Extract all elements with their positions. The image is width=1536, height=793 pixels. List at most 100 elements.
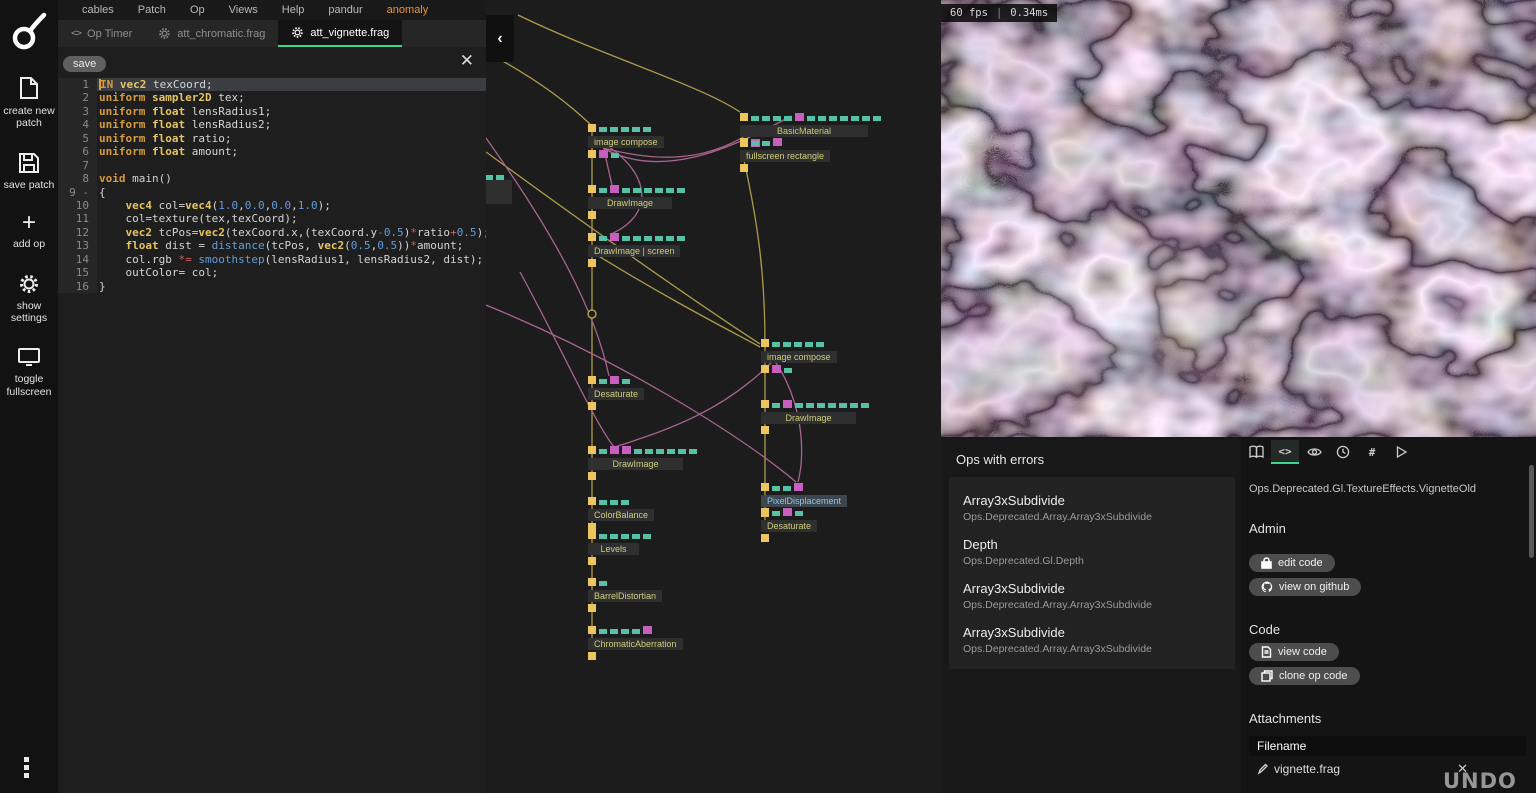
- port-texture[interactable]: [783, 400, 792, 408]
- port-value[interactable]: [773, 116, 781, 121]
- view-code-button[interactable]: view code: [1249, 643, 1339, 661]
- port-trigger[interactable]: [761, 508, 769, 516]
- port-trigger[interactable]: [588, 523, 596, 531]
- graph-node-drawimage[interactable]: DrawImage: [588, 446, 697, 480]
- port-value[interactable]: [772, 403, 780, 408]
- graph-node-image-compose[interactable]: image compose: [761, 339, 837, 373]
- save-button[interactable]: save: [63, 56, 106, 72]
- port-value[interactable]: [644, 188, 652, 193]
- tab-op-timer[interactable]: <>Op Timer: [58, 20, 145, 47]
- port-texture[interactable]: [783, 508, 792, 516]
- port-value[interactable]: [599, 500, 607, 505]
- port-value[interactable]: [599, 188, 607, 193]
- graph-node-desaturate[interactable]: Desaturate: [761, 508, 817, 542]
- eye-icon[interactable]: [1300, 440, 1328, 464]
- port-value[interactable]: [632, 127, 640, 132]
- port-value[interactable]: [610, 127, 618, 132]
- graph-node-barreldistortian[interactable]: BarrelDistortian: [588, 578, 662, 612]
- menu-item-cables[interactable]: cables: [82, 4, 114, 16]
- port-value[interactable]: [784, 368, 792, 373]
- port-trigger[interactable]: [588, 472, 596, 480]
- code-icon[interactable]: <>: [1271, 440, 1299, 464]
- port-texture[interactable]: [622, 446, 631, 454]
- port-value[interactable]: [677, 188, 685, 193]
- tab-att-vignette-frag[interactable]: att_vignette.frag: [278, 20, 402, 47]
- port-texture[interactable]: [610, 233, 619, 241]
- sidebar-item-toggle-fullscreen[interactable]: toggle fullscreen: [2, 346, 56, 398]
- port-texture[interactable]: [610, 185, 619, 193]
- cables-logo-icon[interactable]: [7, 8, 51, 54]
- port-value[interactable]: [634, 449, 642, 454]
- error-op-item[interactable]: Array3xSubdivideOps.Deprecated.Array.Arr…: [949, 571, 1235, 615]
- port-value[interactable]: [610, 500, 618, 505]
- port-trigger[interactable]: [588, 233, 596, 241]
- port-value[interactable]: [599, 629, 607, 634]
- wire-texture[interactable]: [520, 272, 614, 447]
- port-value[interactable]: [817, 403, 825, 408]
- close-icon[interactable]: ✕: [460, 51, 474, 71]
- port-value[interactable]: [643, 127, 651, 132]
- port-value[interactable]: [840, 116, 848, 121]
- port-value[interactable]: [850, 403, 858, 408]
- port-value[interactable]: [610, 534, 618, 539]
- port-trigger[interactable]: [761, 426, 769, 434]
- port-value[interactable]: [610, 629, 618, 634]
- overflow-menu-icon[interactable]: [24, 754, 29, 781]
- sidebar-item-show-settings[interactable]: show settings: [2, 273, 56, 325]
- port-value[interactable]: [621, 629, 629, 634]
- port-value[interactable]: [666, 188, 674, 193]
- render-viewport[interactable]: 60 fps | 0.34ms: [941, 0, 1536, 437]
- port-trigger[interactable]: [588, 150, 596, 158]
- port-trigger[interactable]: [761, 339, 769, 347]
- collapse-editor-button[interactable]: ‹: [486, 15, 514, 62]
- view-on-github-button[interactable]: view on github: [1249, 578, 1361, 596]
- port-value[interactable]: [645, 449, 653, 454]
- port-texture[interactable]: [643, 626, 652, 634]
- port-value[interactable]: [751, 141, 759, 146]
- menu-item-views[interactable]: Views: [229, 4, 258, 16]
- port-value[interactable]: [655, 188, 663, 193]
- port-value[interactable]: [599, 534, 607, 539]
- graph-node-colorbalance[interactable]: ColorBalance: [588, 497, 654, 531]
- graph-node-fullscreen-rectangle[interactable]: fullscreen rectangle: [740, 138, 830, 172]
- error-op-item[interactable]: Array3xSubdivideOps.Deprecated.Array.Arr…: [949, 615, 1235, 659]
- port-value[interactable]: [666, 236, 674, 241]
- port-value[interactable]: [599, 127, 607, 132]
- port-texture[interactable]: [795, 113, 804, 121]
- sidebar-item-add-op[interactable]: + add op: [2, 213, 56, 250]
- port-value[interactable]: [851, 116, 859, 121]
- port-value[interactable]: [621, 127, 629, 132]
- port-texture[interactable]: [599, 150, 608, 158]
- port-value[interactable]: [751, 116, 759, 121]
- port-value[interactable]: [828, 403, 836, 408]
- book-icon[interactable]: [1242, 440, 1270, 464]
- port-trigger[interactable]: [588, 531, 596, 539]
- port-trigger[interactable]: [588, 578, 596, 586]
- port-value[interactable]: [622, 236, 630, 241]
- graph-node-drawimage[interactable]: DrawImage: [761, 400, 869, 434]
- graph-node-drawimage-screen[interactable]: DrawImage | screen: [588, 233, 685, 267]
- port-value[interactable]: [611, 153, 619, 158]
- port-value[interactable]: [632, 534, 640, 539]
- port-value[interactable]: [655, 236, 663, 241]
- graph-node-levels[interactable]: Levels: [588, 531, 651, 565]
- port-value[interactable]: [667, 449, 675, 454]
- port-value[interactable]: [762, 141, 770, 146]
- port-trigger[interactable]: [740, 113, 748, 121]
- port-trigger[interactable]: [588, 626, 596, 634]
- port-trigger[interactable]: [761, 365, 769, 373]
- port-value[interactable]: [599, 449, 607, 454]
- port-value[interactable]: [496, 175, 504, 180]
- port-value[interactable]: [656, 449, 664, 454]
- port-value[interactable]: [862, 116, 870, 121]
- port-trigger[interactable]: [761, 400, 769, 408]
- graph-node-chromaticaberration[interactable]: ChromaticAberration: [588, 626, 683, 660]
- port-value[interactable]: [599, 236, 607, 241]
- port-trigger[interactable]: [588, 376, 596, 384]
- port-trigger[interactable]: [588, 185, 596, 193]
- port-value[interactable]: [677, 236, 685, 241]
- clone-op-code-button[interactable]: clone op code: [1249, 667, 1360, 685]
- sidebar-item-create-new-patch[interactable]: create new patch: [2, 76, 56, 130]
- port-value[interactable]: [621, 500, 629, 505]
- clock-icon[interactable]: [1329, 440, 1357, 464]
